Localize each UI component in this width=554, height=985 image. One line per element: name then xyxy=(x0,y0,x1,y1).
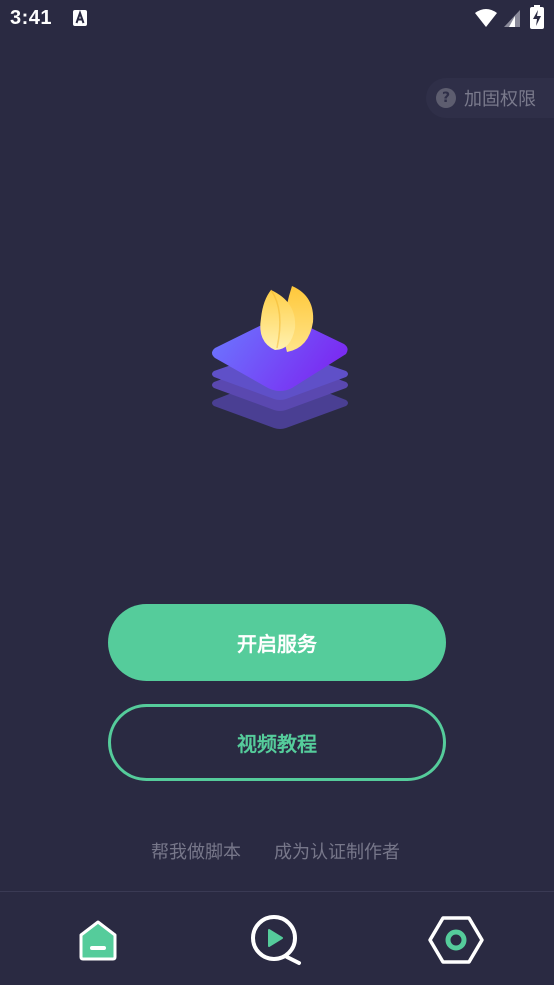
signal-icon xyxy=(504,10,520,27)
battery-charging-icon xyxy=(530,5,544,29)
reinforce-permission-button[interactable]: ? 加固权限 xyxy=(426,78,554,118)
reinforce-permission-label: 加固权限 xyxy=(464,89,536,110)
video-tutorial-button[interactable]: 视频教程 xyxy=(108,704,446,781)
nav-home-tab[interactable] xyxy=(68,910,128,970)
start-service-button[interactable]: 开启服务 xyxy=(108,604,446,681)
a-notification-icon xyxy=(73,9,87,26)
become-certified-author-link[interactable]: 成为认证制作者 xyxy=(274,838,400,864)
video-tutorial-label: 视频教程 xyxy=(237,732,317,756)
nav-video-tab[interactable] xyxy=(246,910,306,970)
home-screen: 3:41 ? 加固权限 开启服务 视频教程 帮我做脚本 成为认证制作者 xyxy=(0,0,554,985)
settings-hexagon-icon xyxy=(428,916,484,964)
wifi-icon xyxy=(475,9,497,27)
status-bar: 3:41 xyxy=(0,0,554,40)
nav-settings-tab[interactable] xyxy=(426,910,486,970)
app-logo-icon xyxy=(212,286,348,429)
bottom-navigation xyxy=(0,891,554,985)
home-icon xyxy=(79,920,117,961)
status-time: 3:41 xyxy=(10,7,53,29)
footer-links: 帮我做脚本 成为认证制作者 xyxy=(0,838,554,864)
video-play-icon xyxy=(251,915,301,965)
help-make-script-link[interactable]: 帮我做脚本 xyxy=(151,838,241,864)
start-service-label: 开启服务 xyxy=(237,632,317,656)
help-icon: ? xyxy=(436,88,456,108)
